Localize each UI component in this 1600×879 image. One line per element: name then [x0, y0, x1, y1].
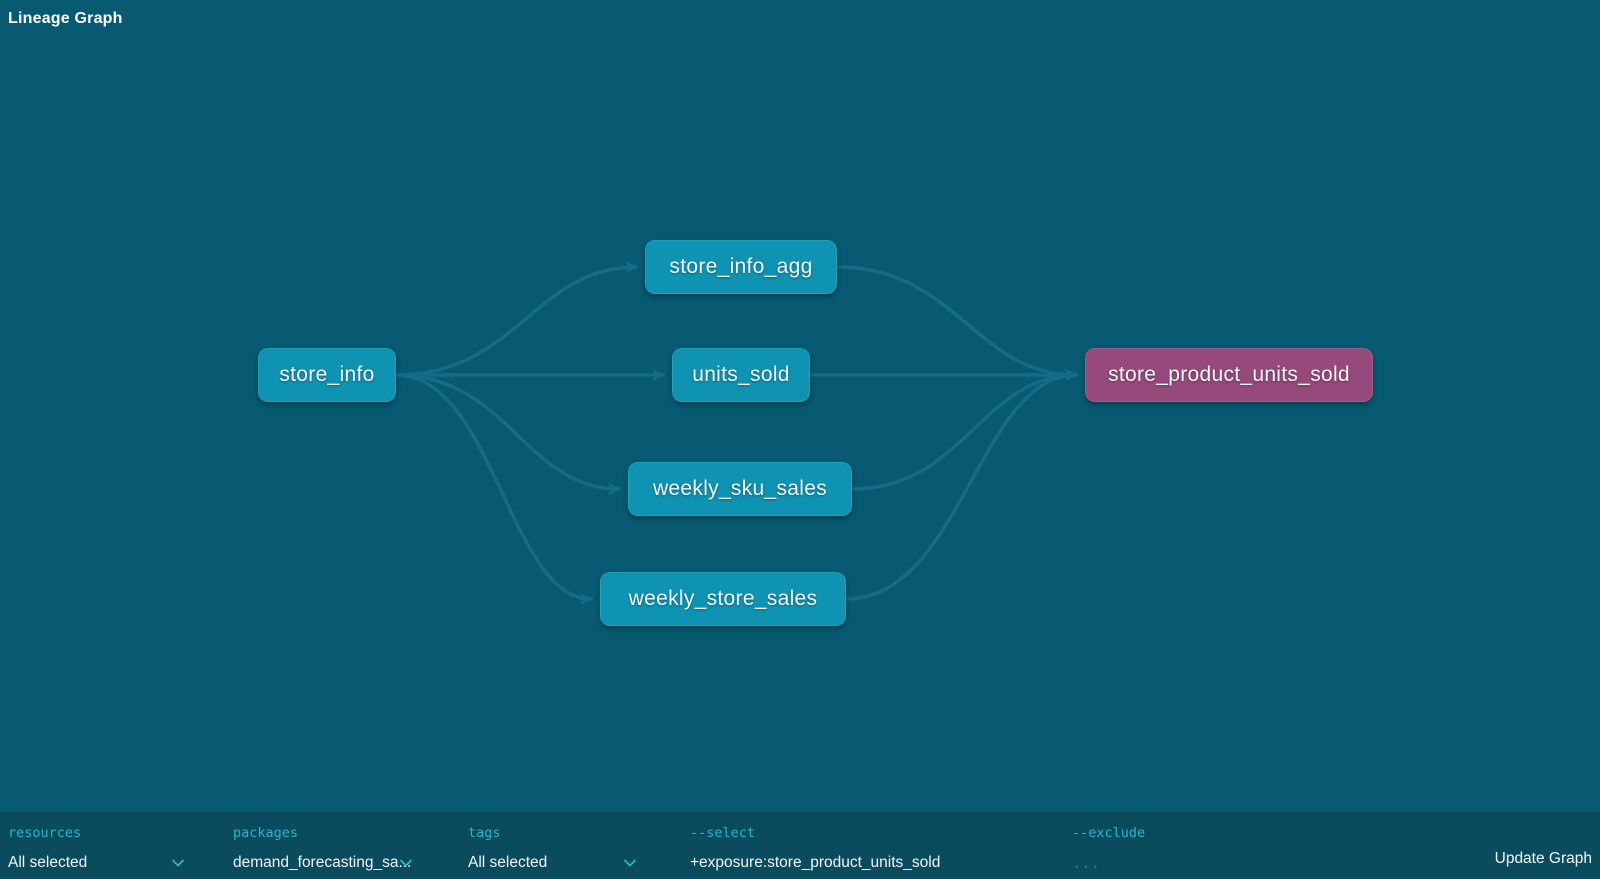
node-label: store_product_units_sold — [1108, 363, 1350, 387]
node-label: store_info — [279, 363, 374, 387]
node-label: store_info_agg — [669, 255, 812, 279]
chevron-down-icon[interactable] — [170, 855, 186, 871]
graph-node-store_info[interactable]: store_info — [258, 348, 396, 402]
node-label: weekly_store_sales — [629, 587, 818, 611]
page-title: Lineage Graph — [8, 10, 123, 28]
chevron-down-icon[interactable] — [622, 855, 638, 871]
graph-node-weekly_store_sales[interactable]: weekly_store_sales — [600, 572, 846, 626]
filter-tags-value: All selected — [468, 854, 547, 872]
graph-node-store_info_agg[interactable]: store_info_agg — [645, 240, 837, 294]
filter-packages-value: demand_forecasting_sa... — [233, 854, 411, 872]
node-label: weekly_sku_sales — [653, 477, 827, 501]
filter-resources-value: All selected — [8, 854, 87, 872]
filter-select-input[interactable]: +exposure:store_product_units_sold — [690, 852, 1030, 874]
filter-exclude-input[interactable]: ... — [1072, 852, 1292, 874]
filter-select-value: +exposure:store_product_units_sold — [690, 854, 940, 872]
filter-resources: resources All selected — [8, 812, 186, 879]
graph-node-units_sold[interactable]: units_sold — [672, 348, 810, 402]
filter-packages-label: packages — [233, 825, 298, 841]
edge-store_info-to-weekly_sku_sales — [396, 375, 619, 489]
filter-exclude: --exclude... — [1072, 812, 1292, 879]
edge-weekly_sku_sales-to-store_product_units_sold — [852, 375, 1076, 489]
filter-select: --select +exposure:store_product_units_so… — [690, 812, 1030, 879]
lineage-graph-app: Lineage Graph store_info store_info_aggun… — [0, 0, 1600, 879]
edge-store_info_agg-to-store_product_units_sold — [837, 267, 1076, 375]
lineage-canvas[interactable]: Lineage Graph store_info store_info_aggun… — [0, 0, 1600, 812]
chevron-down-icon[interactable] — [398, 855, 414, 871]
filter-exclude-value: ... — [1072, 854, 1100, 872]
filter-packages-dropdown[interactable]: demand_forecasting_sa... — [233, 852, 414, 874]
filter-packages: packages demand_forecasting_sa... — [233, 812, 414, 879]
toolbar: resources All selected packages demand_fore… — [0, 812, 1600, 879]
filter-select-label: --select — [690, 825, 755, 841]
edge-store_info-to-store_info_agg — [396, 267, 636, 375]
filter-resources-dropdown[interactable]: All selected — [8, 852, 186, 874]
filter-tags-label: tags — [468, 825, 501, 841]
update-graph-button[interactable]: Update Graph — [1495, 850, 1592, 868]
filter-resources-label: resources — [8, 825, 81, 841]
filter-tags: tags All selected — [468, 812, 638, 879]
filter-exclude-label: --exclude — [1072, 825, 1145, 841]
lineage-edges — [0, 0, 1600, 812]
edge-store_info-to-weekly_store_sales — [396, 375, 591, 599]
graph-node-store_product_units_sold[interactable]: store_product_units_sold — [1085, 348, 1373, 402]
filter-tags-dropdown[interactable]: All selected — [468, 852, 638, 874]
node-label: units_sold — [692, 363, 790, 387]
graph-node-weekly_sku_sales[interactable]: weekly_sku_sales — [628, 462, 852, 516]
